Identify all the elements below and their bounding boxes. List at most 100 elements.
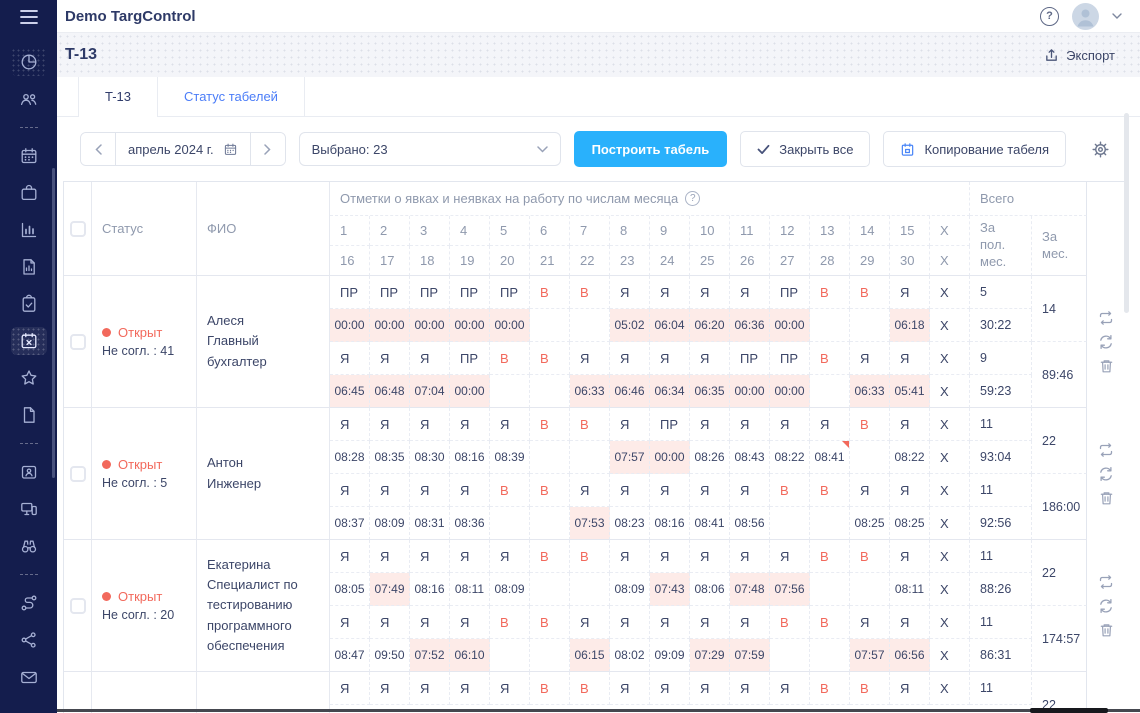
day-time-cell[interactable]: 05:41 — [890, 375, 930, 408]
day-type-cell[interactable]: В — [850, 672, 890, 705]
tab-t13[interactable]: T-13 — [78, 77, 158, 116]
sidebar-item-employees[interactable] — [11, 85, 47, 113]
sidebar-item-files[interactable] — [11, 401, 47, 429]
export-button[interactable]: Экспорт — [1044, 48, 1115, 63]
day-time-cell[interactable]: 08:39 — [490, 441, 530, 474]
day-time-cell[interactable]: 08:47 — [330, 639, 370, 672]
day-time-cell[interactable] — [570, 441, 610, 474]
day-type-cell[interactable]: Я — [610, 540, 650, 573]
day-type-cell[interactable]: Я — [490, 672, 530, 705]
prev-month-button[interactable] — [81, 133, 116, 165]
day-time-cell[interactable]: 06:33 — [850, 375, 890, 408]
day-time-cell[interactable]: 05:02 — [610, 309, 650, 342]
day-type-cell[interactable]: Я — [650, 606, 690, 639]
scrollbar-thumb[interactable] — [1030, 708, 1108, 713]
sidebar-item-favorites[interactable] — [11, 364, 47, 392]
day-type-cell[interactable]: ПР — [490, 276, 530, 309]
day-time-cell[interactable] — [530, 573, 570, 606]
day-type-cell[interactable]: Я — [490, 540, 530, 573]
chevron-down-icon[interactable] — [1112, 13, 1122, 19]
day-type-cell[interactable]: Я — [890, 342, 930, 375]
sidebar-scrollbar[interactable] — [52, 168, 55, 478]
day-time-cell[interactable] — [490, 375, 530, 408]
day-type-cell[interactable]: ПР — [410, 276, 450, 309]
day-type-cell[interactable]: В — [530, 342, 570, 375]
day-time-cell[interactable]: 07:43 — [650, 573, 690, 606]
day-type-cell[interactable]: В — [530, 474, 570, 507]
day-type-cell[interactable]: Я — [890, 540, 930, 573]
day-time-cell[interactable]: 07:59 — [730, 639, 770, 672]
day-time-cell[interactable]: 06:35 — [690, 375, 730, 408]
day-time-cell[interactable] — [530, 309, 570, 342]
day-type-cell[interactable]: В — [570, 672, 610, 705]
day-type-cell[interactable]: Я — [690, 342, 730, 375]
next-month-button[interactable] — [250, 133, 285, 165]
day-time-cell[interactable]: 00:00 — [490, 309, 530, 342]
day-type-cell[interactable]: Я — [650, 540, 690, 573]
day-type-cell[interactable]: Я — [410, 672, 450, 705]
day-time-cell[interactable]: 07:53 — [570, 507, 610, 540]
day-type-cell[interactable]: Я — [570, 606, 610, 639]
day-type-cell[interactable]: Я — [330, 408, 370, 441]
day-time-cell[interactable]: 08:06 — [690, 573, 730, 606]
sidebar-item-dashboard[interactable] — [11, 48, 47, 76]
day-time-cell[interactable]: 06:18 — [890, 309, 930, 342]
day-type-cell[interactable]: Я — [890, 672, 930, 705]
day-time-cell[interactable]: 06:04 — [650, 309, 690, 342]
day-time-cell[interactable]: 06:10 — [450, 639, 490, 672]
day-type-cell[interactable]: Я — [410, 342, 450, 375]
sidebar-item-planning[interactable] — [11, 179, 47, 207]
day-time-cell[interactable]: 08:22 — [770, 441, 810, 474]
day-type-cell[interactable]: Я — [370, 474, 410, 507]
day-type-cell[interactable]: Я — [410, 474, 450, 507]
day-type-cell[interactable]: В — [530, 276, 570, 309]
day-type-cell[interactable]: Я — [730, 474, 770, 507]
delete-icon[interactable] — [1099, 622, 1114, 638]
day-type-cell[interactable]: Я — [610, 672, 650, 705]
day-type-cell[interactable]: Я — [730, 672, 770, 705]
vertical-scrollbar[interactable] — [1124, 113, 1129, 313]
day-type-cell[interactable]: Я — [890, 276, 930, 309]
avatar[interactable] — [1072, 3, 1099, 30]
day-type-cell[interactable]: Я — [730, 606, 770, 639]
row-checkbox[interactable] — [70, 466, 86, 482]
recalculate-icon[interactable] — [1098, 442, 1114, 458]
day-type-cell[interactable]: В — [810, 606, 850, 639]
day-time-cell[interactable]: 08:05 — [330, 573, 370, 606]
sidebar-item-schedule[interactable] — [11, 142, 47, 170]
day-type-cell[interactable]: Я — [370, 342, 410, 375]
delete-icon[interactable] — [1099, 490, 1114, 506]
day-type-cell[interactable]: Я — [610, 342, 650, 375]
day-time-cell[interactable]: 06:46 — [610, 375, 650, 408]
day-time-cell[interactable]: 08:02 — [610, 639, 650, 672]
day-type-cell[interactable]: Я — [690, 474, 730, 507]
employees-select[interactable]: Выбрано: 23 — [299, 132, 561, 166]
day-type-cell[interactable]: ПР — [770, 276, 810, 309]
day-type-cell[interactable]: Я — [690, 672, 730, 705]
day-time-cell[interactable]: 00:00 — [410, 309, 450, 342]
day-type-cell[interactable]: В — [810, 342, 850, 375]
day-time-cell[interactable]: 06:15 — [570, 639, 610, 672]
day-type-cell[interactable]: Я — [330, 540, 370, 573]
settings-gear-icon[interactable] — [1091, 140, 1110, 159]
day-time-cell[interactable]: 08:16 — [650, 507, 690, 540]
copy-timesheet-button[interactable]: Копирование табеля — [883, 131, 1066, 167]
day-type-cell[interactable]: В — [850, 408, 890, 441]
day-type-cell[interactable]: ПР — [770, 342, 810, 375]
day-time-cell[interactable]: 08:28 — [330, 441, 370, 474]
day-type-cell[interactable]: ПР — [730, 342, 770, 375]
day-type-cell[interactable]: Я — [370, 540, 410, 573]
day-time-cell[interactable]: 08:26 — [690, 441, 730, 474]
day-type-cell[interactable]: ПР — [370, 276, 410, 309]
day-time-cell[interactable]: 09:50 — [370, 639, 410, 672]
day-time-cell[interactable]: 00:00 — [730, 375, 770, 408]
refresh-icon[interactable] — [1098, 334, 1114, 350]
day-type-cell[interactable]: В — [530, 408, 570, 441]
tab-status-tabeley[interactable]: Статус табелей — [158, 77, 305, 116]
sidebar-item-routes[interactable] — [11, 589, 47, 617]
sidebar-item-mail[interactable] — [11, 663, 47, 691]
day-type-cell[interactable]: В — [850, 540, 890, 573]
day-type-cell[interactable]: Я — [450, 474, 490, 507]
day-type-cell[interactable]: Я — [730, 276, 770, 309]
day-time-cell[interactable] — [850, 441, 890, 474]
